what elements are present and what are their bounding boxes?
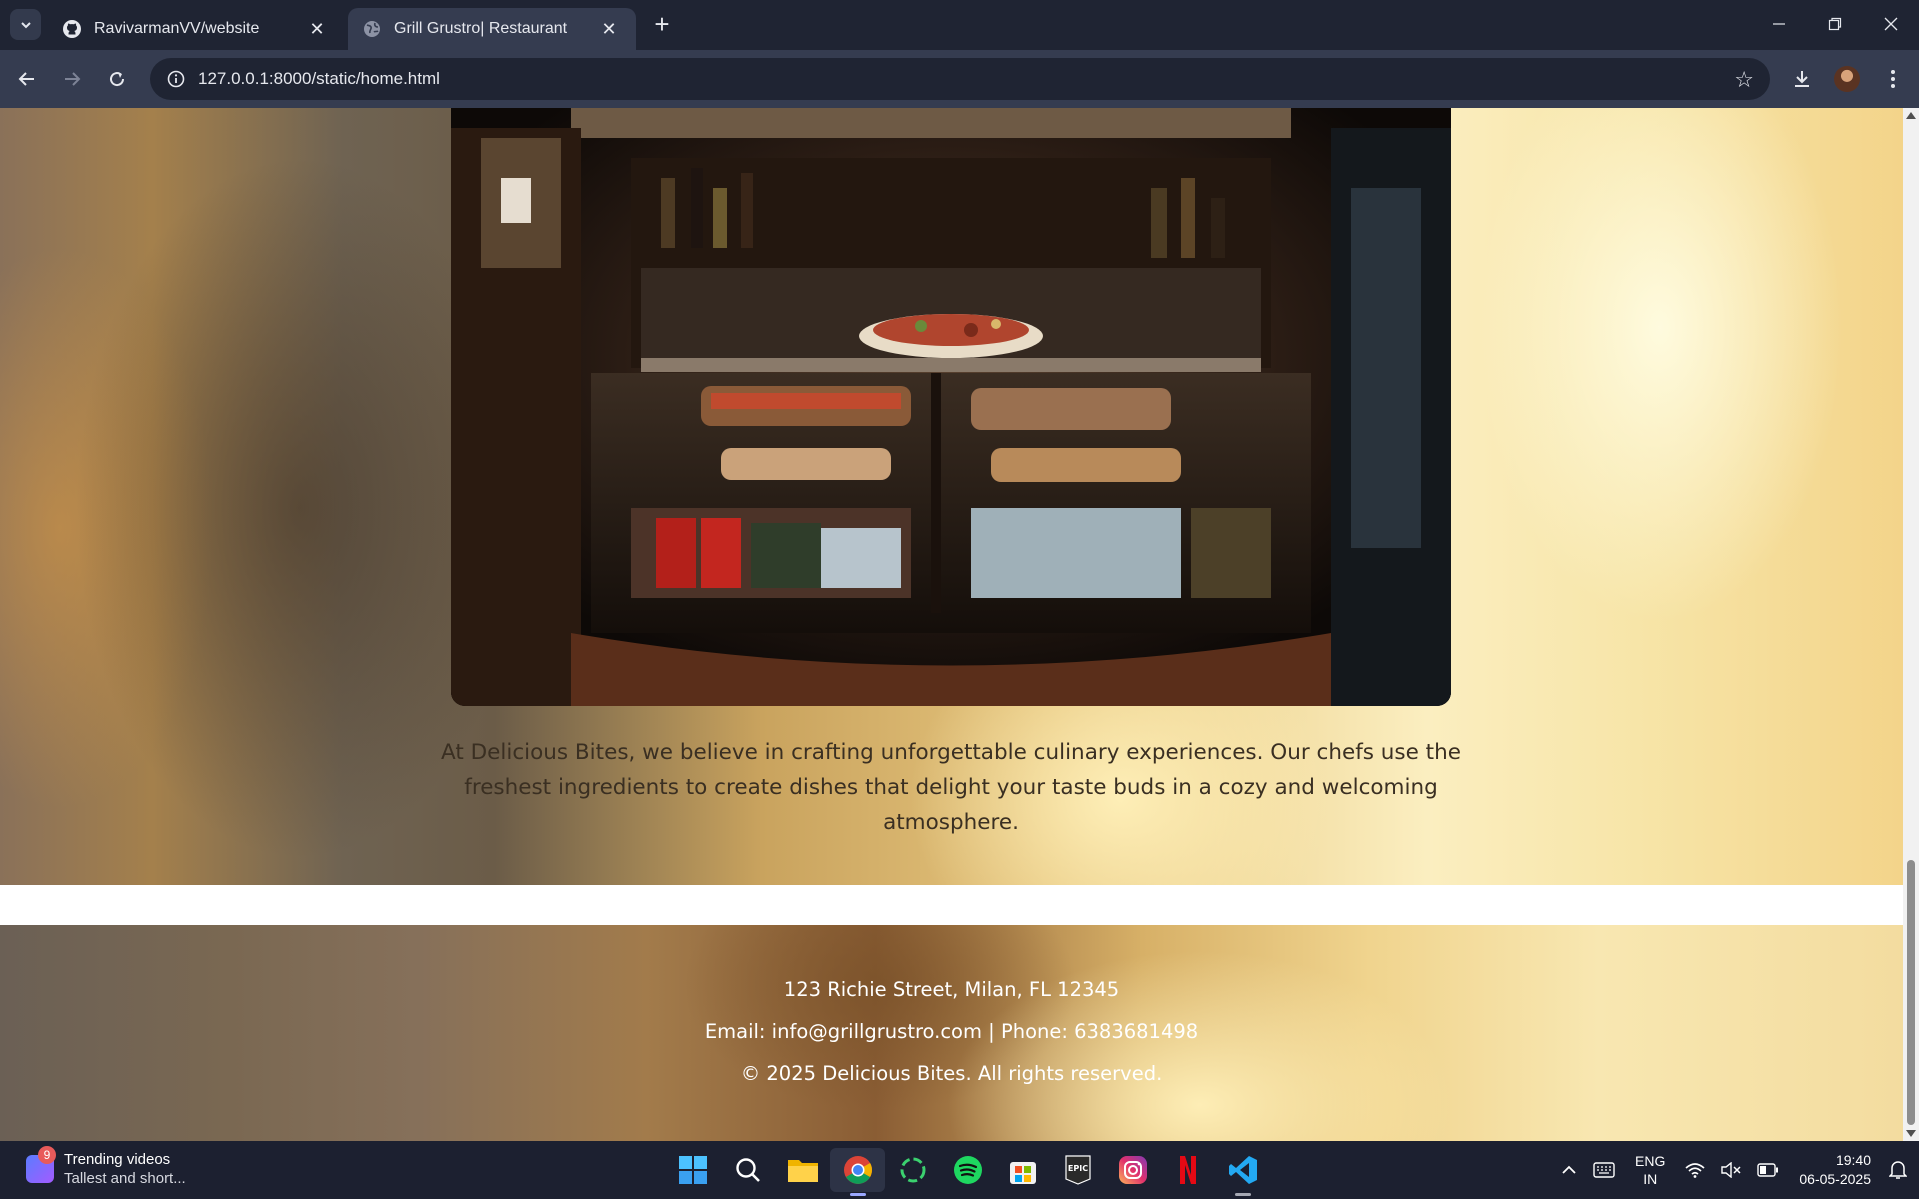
running-indicator	[850, 1193, 866, 1196]
reload-icon[interactable]	[100, 62, 134, 96]
widget-title: Trending videos	[64, 1151, 171, 1168]
tab-github[interactable]: RavivarmanVV/website ✕	[48, 8, 344, 50]
close-tab-icon[interactable]: ✕	[598, 18, 620, 40]
globe-icon	[362, 19, 382, 39]
footer-address: 123 Richie Street, Milan, FL 12345	[783, 978, 1120, 1001]
download-icon[interactable]	[1785, 62, 1819, 96]
page-viewport: At Delicious Bites, we believe in crafti…	[0, 108, 1903, 1141]
browser-toolbar: 127.0.0.1:8000/static/home.html ☆	[0, 50, 1919, 108]
language-code: ENG	[1635, 1153, 1666, 1169]
battery-icon[interactable]	[1757, 1163, 1779, 1177]
github-icon	[62, 19, 82, 39]
chrome-icon[interactable]	[830, 1148, 885, 1196]
tab-title: Grill Grustro| Restaurant	[394, 20, 568, 37]
about-section: At Delicious Bites, we believe in crafti…	[0, 108, 1903, 885]
show-hidden-icons-chevron-icon[interactable]	[1561, 1165, 1577, 1175]
file-explorer-icon[interactable]	[775, 1148, 830, 1192]
wifi-icon[interactable]	[1685, 1162, 1705, 1178]
chevron-down-icon	[20, 21, 31, 28]
scroll-up-arrow-icon[interactable]	[1906, 112, 1916, 119]
tab-search-button[interactable]	[10, 9, 41, 40]
restaurant-display-case-photo	[451, 108, 1451, 706]
search-icon[interactable]	[720, 1148, 775, 1192]
clock[interactable]: 19:40 06-05-2025	[1799, 1151, 1871, 1189]
back-icon[interactable]	[10, 62, 44, 96]
running-indicator	[1235, 1193, 1251, 1196]
url-text[interactable]: 127.0.0.1:8000/static/home.html	[198, 69, 440, 89]
tab-strip: RavivarmanVV/website ✕ Grill Grustro| Re…	[0, 0, 1919, 50]
footer-contact: Email: info@grillgrustro.com | Phone: 63…	[704, 1020, 1199, 1043]
minimize-icon[interactable]	[1751, 0, 1807, 48]
widgets-icon: 9	[26, 1146, 56, 1183]
start-icon[interactable]	[665, 1148, 720, 1192]
netflix-icon[interactable]	[1160, 1148, 1215, 1192]
system-tray: ENG IN 19:40 06-05-2025	[1553, 1141, 1919, 1199]
volume-muted-icon[interactable]	[1721, 1162, 1741, 1178]
scroll-down-arrow-icon[interactable]	[1906, 1130, 1916, 1137]
site-footer: 123 Richie Street, Milan, FL 12345 Email…	[0, 925, 1903, 1141]
windows-taskbar: 9 Trending videos Tallest and short... E…	[0, 1141, 1919, 1199]
notification-bell-icon[interactable]	[1889, 1160, 1907, 1180]
keyboard-icon[interactable]	[1593, 1162, 1615, 1178]
input-language[interactable]: ENG IN	[1635, 1152, 1665, 1188]
green-ring-app-icon[interactable]	[885, 1148, 940, 1192]
page-scrollbar[interactable]	[1903, 108, 1919, 1141]
tab-title: RavivarmanVV/website	[94, 20, 260, 37]
close-window-icon[interactable]	[1863, 0, 1919, 48]
region-code: IN	[1643, 1171, 1658, 1187]
pinned-apps: EPIC	[665, 1148, 1270, 1196]
footer-copyright: © 2025 Delicious Bites. All rights reser…	[740, 1062, 1163, 1085]
restore-icon[interactable]	[1807, 0, 1863, 48]
site-info-icon[interactable]	[156, 70, 196, 88]
time: 19:40	[1835, 1152, 1871, 1168]
tab-restaurant[interactable]: Grill Grustro| Restaurant ✕	[348, 8, 636, 50]
widget-subtitle: Tallest and short...	[64, 1170, 186, 1187]
instagram-icon[interactable]	[1105, 1148, 1160, 1192]
bookmark-star-icon[interactable]: ☆	[1734, 67, 1754, 93]
scroll-thumb[interactable]	[1907, 860, 1915, 1125]
epic-games-icon[interactable]: EPIC	[1050, 1148, 1105, 1192]
profile-avatar[interactable]	[1830, 62, 1864, 96]
address-bar[interactable]: 127.0.0.1:8000/static/home.html ☆	[150, 58, 1770, 100]
forward-icon[interactable]	[55, 62, 89, 96]
widgets-button[interactable]: 9 Trending videos Tallest and short...	[26, 1146, 186, 1188]
vscode-icon[interactable]	[1215, 1148, 1270, 1196]
avatar	[1834, 66, 1860, 92]
epic-label: EPIC	[1067, 1164, 1087, 1173]
window-controls	[1751, 0, 1919, 50]
menu-kebab-icon[interactable]	[1876, 62, 1910, 96]
notification-badge: 9	[38, 1146, 56, 1164]
section-divider	[0, 885, 1903, 925]
microsoft-store-icon[interactable]	[995, 1148, 1050, 1192]
about-paragraph: At Delicious Bites, we believe in crafti…	[441, 740, 1461, 835]
date: 06-05-2025	[1799, 1171, 1871, 1187]
close-tab-icon[interactable]: ✕	[306, 18, 328, 40]
spotify-icon[interactable]	[940, 1148, 995, 1192]
new-tab-button[interactable]: +	[648, 9, 676, 39]
